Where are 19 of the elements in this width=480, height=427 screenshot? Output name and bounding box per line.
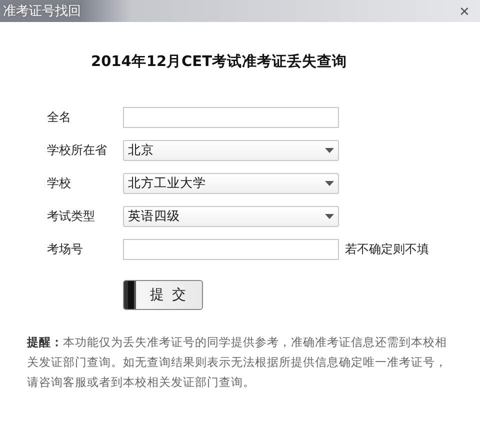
input-field[interactable]: [123, 239, 339, 260]
page-heading: 2014年12月CET考试准考证丢失查询: [91, 52, 348, 71]
dropdown-arrow-icon: [325, 214, 334, 219]
field-label: 学校所在省: [47, 142, 108, 159]
dropdown[interactable]: 英语四级: [123, 206, 339, 227]
window-title: 准考证号找回: [3, 3, 81, 20]
dropdown[interactable]: 北方工业大学: [123, 173, 339, 194]
close-button[interactable]: ✕: [459, 4, 470, 18]
submit-button[interactable]: 提 交: [123, 280, 203, 310]
field-label: 考场号: [47, 241, 84, 258]
hint-text: 若不确定则不填: [345, 241, 429, 258]
notice-text: 提醒：本功能仅为丢失准考证号的同学提供参考，准确准考证信息还需到本校相关发证部门查询。如无查询结果则表示无法根据所提供信息确定唯一准考证号，请咨询客服或者到本校相关发证部门查询。: [27, 334, 448, 391]
dropdown-arrow-icon: [325, 181, 334, 186]
field-label: 学校: [47, 175, 72, 192]
dropdown[interactable]: 北京: [123, 140, 339, 161]
dropdown-arrow-icon: [325, 148, 334, 153]
input-field[interactable]: [123, 107, 339, 128]
field-label: 全名: [47, 109, 72, 126]
field-label: 考试类型: [47, 208, 96, 225]
